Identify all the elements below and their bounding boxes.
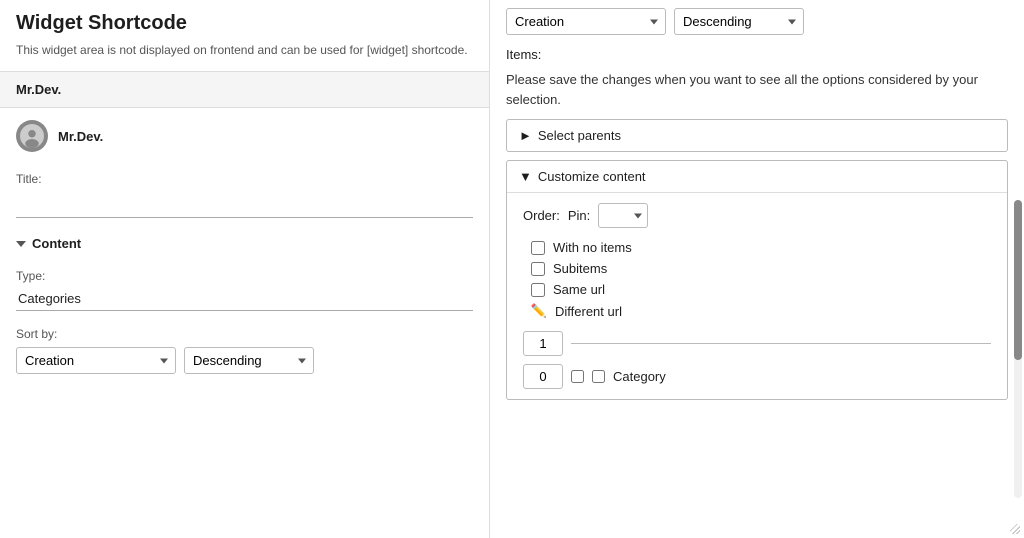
category-checkbox-1[interactable] xyxy=(571,370,584,383)
avatar xyxy=(16,120,48,152)
type-value: Categories xyxy=(16,287,473,311)
user-section-header: Mr.Dev. xyxy=(0,71,489,108)
sort-order-select[interactable]: Descending Ascending xyxy=(184,347,314,374)
type-field-group: Type: Categories xyxy=(0,261,489,319)
user-row: Mr.Dev. xyxy=(0,108,489,164)
checkbox-different-url[interactable]: ✏️ Different url xyxy=(531,303,991,319)
checkbox-subitems-input[interactable] xyxy=(531,262,545,276)
number-line-1 xyxy=(571,343,991,344)
category-checkbox-2[interactable] xyxy=(592,370,605,383)
checkbox-subitems-label: Subitems xyxy=(553,261,607,276)
items-label: Items: xyxy=(506,43,1008,70)
checkbox-with-no-items-input[interactable] xyxy=(531,241,545,255)
content-toggle-label: Content xyxy=(32,236,81,251)
checkbox-same-url-label: Same url xyxy=(553,282,605,297)
sort-by-select[interactable]: Creation Title Date xyxy=(16,347,176,374)
top-sort-select-wrapper: Creation Title Date xyxy=(506,8,666,35)
select-parents-section[interactable]: ► Select parents xyxy=(506,119,1008,152)
checkbox-same-url-input[interactable] xyxy=(531,283,545,297)
checkbox-same-url[interactable]: Same url xyxy=(531,282,991,297)
checkbox-with-no-items[interactable]: With no items xyxy=(531,240,991,255)
right-panel: Creation Title Date Descending Ascending… xyxy=(490,0,1024,538)
category-row: Category xyxy=(523,364,991,389)
pin-label: Pin: xyxy=(568,208,590,223)
content-toggle[interactable]: Content xyxy=(0,226,489,261)
sort-order-select-wrapper: Descending Ascending xyxy=(184,347,314,374)
customize-content-label: Customize content xyxy=(538,169,646,184)
top-sort-select[interactable]: Creation Title Date xyxy=(506,8,666,35)
title-input[interactable] xyxy=(16,190,473,218)
pencil-slash-icon: ✏️ xyxy=(531,303,547,319)
top-order-select[interactable]: Descending Ascending xyxy=(674,8,804,35)
customize-content-section: ▼ Customize content Order: Pin: With no … xyxy=(506,160,1008,400)
resize-handle[interactable] xyxy=(1006,520,1020,534)
top-row: Creation Title Date Descending Ascending xyxy=(506,0,1008,43)
order-row: Order: Pin: xyxy=(523,203,991,228)
sort-label: Sort by: xyxy=(16,327,473,341)
title-field-group: Title: xyxy=(0,164,489,226)
scrollbar-thumb[interactable] xyxy=(1014,200,1022,360)
checkbox-with-no-items-label: With no items xyxy=(553,240,632,255)
content-toggle-icon xyxy=(16,241,26,247)
customize-body: Order: Pin: With no items Subitems xyxy=(507,192,1007,399)
sort-field-group: Sort by: Creation Title Date Descending … xyxy=(0,319,489,382)
customize-content-header[interactable]: ▼ Customize content xyxy=(507,161,1007,192)
select-parents-icon: ► xyxy=(519,128,532,143)
type-label: Type: xyxy=(16,269,473,283)
select-parents-label: Select parents xyxy=(538,128,621,143)
user-name-label: Mr.Dev. xyxy=(58,129,103,144)
widget-description: This widget area is not displayed on fro… xyxy=(0,41,489,71)
title-label: Title: xyxy=(16,172,473,186)
scrollbar-track xyxy=(1014,200,1022,498)
pin-select-wrapper xyxy=(598,203,648,228)
number-input-1[interactable] xyxy=(523,331,563,356)
widget-title: Widget Shortcode xyxy=(0,0,489,41)
select-parents-header[interactable]: ► Select parents xyxy=(507,120,1007,151)
top-order-select-wrapper: Descending Ascending xyxy=(674,8,804,35)
order-label: Order: xyxy=(523,208,560,223)
category-label: Category xyxy=(613,369,666,384)
sort-by-select-wrapper: Creation Title Date xyxy=(16,347,176,374)
number-input-0[interactable] xyxy=(523,364,563,389)
checkboxes-grid: With no items Subitems Same url ✏️ Diffe… xyxy=(531,240,991,319)
checkbox-different-url-label: Different url xyxy=(555,304,622,319)
pin-select[interactable] xyxy=(598,203,648,228)
number-row-1 xyxy=(523,331,991,356)
checkbox-subitems[interactable]: Subitems xyxy=(531,261,991,276)
customize-content-icon: ▼ xyxy=(519,169,532,184)
save-notice: Please save the changes when you want to… xyxy=(506,70,1008,119)
